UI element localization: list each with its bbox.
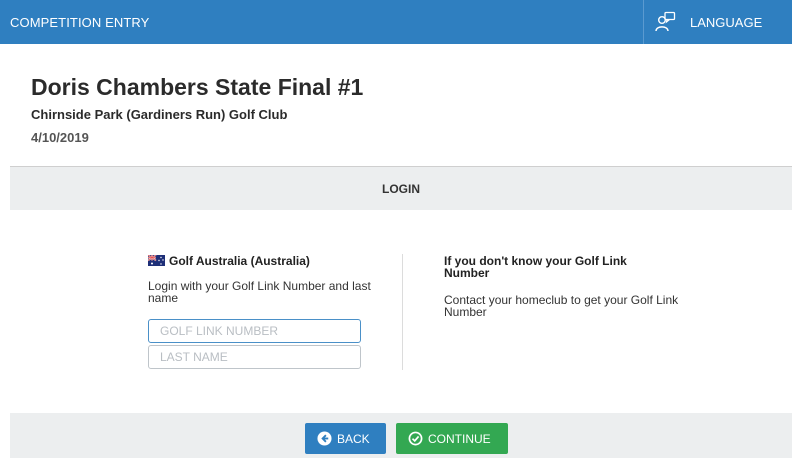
language-label: LANGUAGE [690,15,763,30]
event-date: 4/10/2019 [31,130,89,145]
app-title: COMPETITION ENTRY [10,15,150,30]
club-name: Chirnside Park (Gardiners Run) Golf Club [31,107,288,122]
help-title: If you don't know your Golf Link Number [444,254,627,280]
organisation-label: Golf Australia (Australia) [148,254,310,268]
check-circle-icon [408,431,423,446]
column-divider [402,254,403,370]
help-text: Contact your homeclub to get your Golf L… [444,293,679,319]
australia-flag-icon [148,255,165,266]
continue-label: CONTINUE [428,431,491,446]
back-button[interactable]: BACK [305,423,386,454]
section-header: LOGIN [10,167,792,210]
event-title: Doris Chambers State Final #1 [31,74,364,100]
section-label: LOGIN [382,182,420,196]
golf-link-number-input[interactable] [148,319,361,343]
continue-button[interactable]: CONTINUE [396,423,508,454]
language-person-icon [655,11,676,32]
top-bar: COMPETITION ENTRY LANGUAGE [0,0,792,44]
last-name-input[interactable] [148,345,361,369]
back-label: BACK [337,431,370,446]
login-instructions: Login with your Golf Link Number and las… [148,279,371,305]
arrow-left-circle-icon [317,431,332,446]
language-button[interactable]: LANGUAGE [643,0,792,44]
organisation-name: Golf Australia (Australia) [169,254,310,268]
